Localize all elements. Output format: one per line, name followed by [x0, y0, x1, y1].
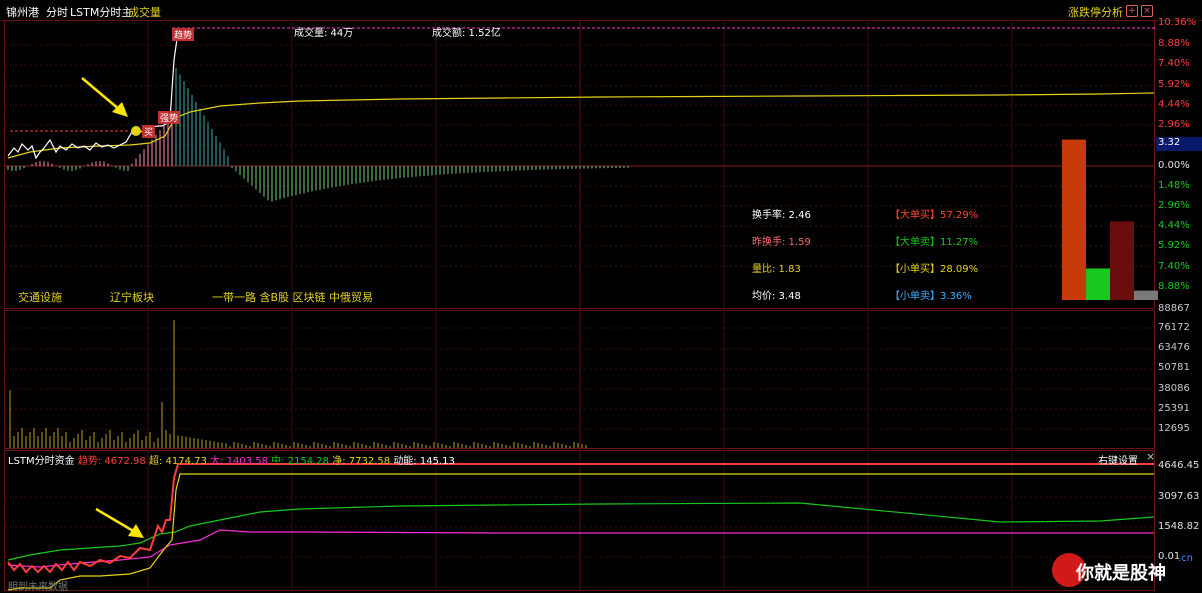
stat-big-sell: 【大单卖】11.27% — [890, 237, 979, 248]
current-price-marker: 3.32 — [1156, 137, 1202, 151]
fund-line-green — [7, 502, 1155, 561]
vol-axis-0: 88867 — [1158, 303, 1190, 314]
fund-title[interactable]: LSTM分时资金 — [8, 456, 75, 467]
axis-up-4: 4.44% — [1158, 99, 1190, 110]
fund-line-red — [7, 463, 1154, 574]
stat-avg-price: 均价: 3.48 — [752, 291, 801, 302]
order-bar-3 — [1134, 290, 1158, 300]
axis-up-5: 2.96% — [1158, 119, 1190, 130]
axis-down-5: 8.88% — [1158, 281, 1190, 292]
order-flow-bar-chart — [1062, 139, 1158, 300]
chart-canvas — [4, 20, 1155, 591]
vol-axis-5: 25391 — [1158, 403, 1190, 414]
fund-axis-2: 1548.82 — [1158, 521, 1200, 532]
vol-axis-4: 38086 — [1158, 383, 1190, 394]
price-line — [7, 29, 191, 160]
watermark-text: 你就是股神 — [1076, 563, 1166, 584]
momentum-bars — [7, 67, 629, 202]
axis-zero: 0.00% — [1158, 160, 1190, 171]
axis-up-2: 7.40% — [1158, 58, 1190, 69]
concept-belt-road[interactable]: 一带一路 含B股 区块链 中俄贸易 — [212, 289, 373, 305]
fund-line-magenta — [7, 529, 1154, 568]
stat-small-sell: 【小单卖】3.36% — [890, 291, 972, 302]
fund-net: 净: 7732.58 — [332, 456, 391, 467]
concept-transport[interactable]: 交通设施 — [18, 289, 62, 305]
fund-line-yellow — [7, 473, 1154, 591]
vol-axis-6: 12695 — [1158, 423, 1190, 434]
strong-tag: 强势 — [158, 111, 181, 124]
axis-up-1: 8.88% — [1158, 38, 1190, 49]
stat-prev-turnover: 昨换手: 1.59 — [752, 237, 811, 248]
vol-axis-1: 76172 — [1158, 322, 1190, 333]
axis-down-4: 7.40% — [1158, 261, 1190, 272]
axis-up-3: 5.92% — [1158, 79, 1190, 90]
fund-mid: 中: 2154.28 — [271, 456, 330, 467]
right-click-settings-button[interactable]: 右键设置 — [1098, 452, 1138, 467]
order-bar-1 — [1086, 268, 1110, 300]
stat-volume-ratio: 量比: 1.83 — [752, 264, 801, 275]
stat-big-buy: 【大单买】57.29% — [890, 210, 979, 221]
order-bar-2 — [1110, 221, 1134, 300]
fund-super: 超: 4174.73 — [148, 456, 207, 467]
axis-down-1: 2.96% — [1158, 200, 1190, 211]
axis-down-0: 1.48% — [1158, 180, 1190, 191]
fund-trend: 趋势: 4672.98 — [77, 456, 146, 467]
vol-axis-2: 63476 — [1158, 342, 1190, 353]
concept-liaoning[interactable]: 辽宁板块 — [110, 289, 154, 305]
axis-down-2: 4.44% — [1158, 220, 1190, 231]
watermark-suffix: .cn — [1178, 553, 1194, 564]
turnover-readout: 成交额: 1.52亿 — [432, 28, 501, 39]
fund-big: 大: 1403.58 — [210, 456, 268, 467]
stat-small-buy: 【小单买】28.09% — [890, 264, 979, 275]
annotation-arrow-bottom — [95, 507, 144, 538]
fund-momentum: 动能: 145.13 — [393, 456, 455, 467]
volume-readout: 成交量: 44万 — [294, 28, 354, 39]
stat-turnover-rate: 换手率: 2.46 — [752, 210, 811, 221]
watermark-logo: 你就是股神 .cn — [1052, 553, 1200, 589]
buy-marker — [131, 126, 141, 136]
fund-axis-1: 3097.63 — [1158, 491, 1200, 502]
fund-close-icon[interactable]: × — [1146, 450, 1155, 463]
vol-axis-3: 50781 — [1158, 362, 1190, 373]
trend-tag: 趋势 — [172, 28, 195, 41]
axis-up-0: 10.36% — [1158, 17, 1197, 28]
annotation-arrow-top — [81, 77, 128, 117]
fund-panel-header: LSTM分时资金 趋势: 4672.98 超: 4174.73 大: 1403.… — [8, 452, 455, 467]
fund-axis-0: 4646.45 — [1158, 460, 1200, 471]
fund-footer: 明到未来数据 — [8, 582, 68, 593]
axis-down-3: 5.92% — [1158, 240, 1190, 251]
buy-tag: 买 — [142, 125, 156, 138]
order-bar-0 — [1062, 139, 1086, 300]
